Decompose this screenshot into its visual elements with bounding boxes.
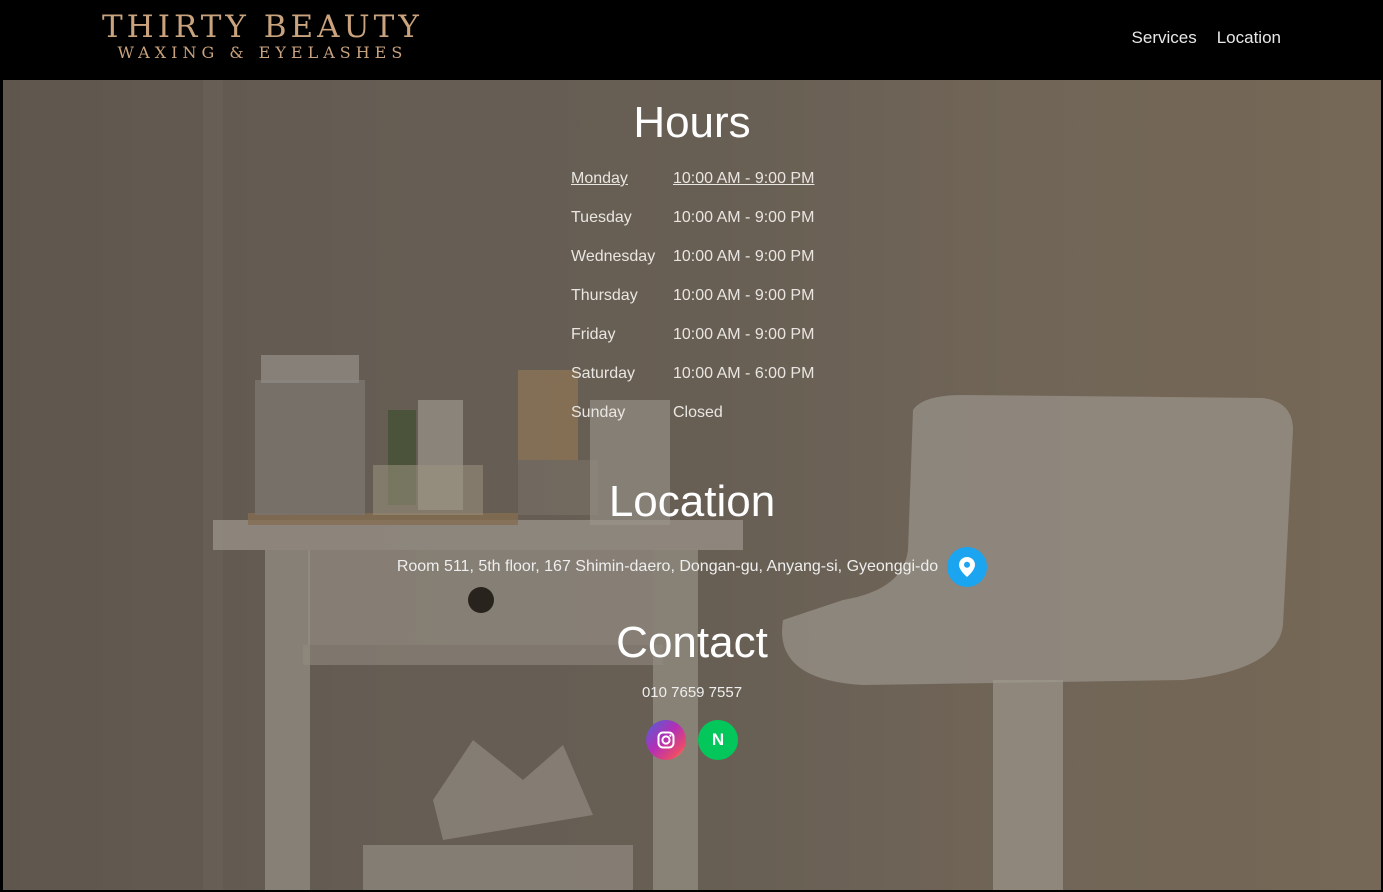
hours-time: 10:00 AM - 9:00 PM [673, 170, 815, 187]
hours-day: Friday [571, 326, 616, 343]
map-pin-icon [959, 557, 976, 577]
logo-subtitle: WAXING & EYELASHES [117, 43, 408, 62]
hours-row-monday: Monday 10:00 AM - 9:00 PM [571, 170, 823, 209]
map-pin-button[interactable] [947, 547, 988, 587]
naver-icon: N [711, 730, 725, 749]
hours-row-sunday: Sunday Closed [571, 404, 823, 443]
hours-day: Saturday [571, 365, 636, 382]
contact-heading: Contact [616, 618, 768, 667]
social-links: N [3, 720, 1381, 760]
hours-table: Monday 10:00 AM - 9:00 PM Tuesday 10:00 … [571, 170, 823, 443]
site-header: THIRTY BEAUTY WAXING & EYELASHES Service… [0, 0, 1383, 80]
hours-row-tuesday: Tuesday 10:00 AM - 9:00 PM [571, 209, 823, 248]
hours-day: Monday [571, 170, 628, 187]
phone-number[interactable]: 010 7659 7557 [3, 684, 1381, 701]
address-text: Room 511, 5th floor, 167 Shimin-daero, D… [396, 558, 939, 575]
main-content: Hours Monday 10:00 AM - 9:00 PM Tuesday … [3, 80, 1381, 890]
nav-location-link[interactable]: Location [1217, 28, 1281, 48]
main-nav: Services Location [1132, 28, 1281, 48]
location-heading: Location [608, 477, 776, 526]
hours-day: Sunday [571, 404, 626, 421]
hours-time: 10:00 AM - 9:00 PM [673, 248, 815, 265]
address-row: Room 511, 5th floor, 167 Shimin-daero, D… [3, 547, 1381, 587]
hours-time: 10:00 AM - 9:00 PM [673, 326, 815, 343]
hours-day: Tuesday [571, 209, 632, 226]
left-edge-strip [0, 0, 3, 892]
naver-button[interactable]: N [698, 720, 738, 760]
hours-time: 10:00 AM - 6:00 PM [673, 365, 815, 382]
logo[interactable]: THIRTY BEAUTY WAXING & EYELASHES [102, 10, 423, 62]
hours-time: 10:00 AM - 9:00 PM [673, 287, 815, 304]
instagram-icon [657, 731, 675, 749]
hours-time: Closed [673, 404, 723, 421]
hours-time: 10:00 AM - 9:00 PM [673, 209, 815, 226]
hours-day: Wednesday [571, 248, 656, 265]
hours-heading: Hours [633, 98, 751, 147]
logo-title: THIRTY BEAUTY [102, 9, 423, 45]
nav-services-link[interactable]: Services [1132, 28, 1197, 48]
hours-row-wednesday: Wednesday 10:00 AM - 9:00 PM [571, 248, 823, 287]
hours-row-thursday: Thursday 10:00 AM - 9:00 PM [571, 287, 823, 326]
hours-row-saturday: Saturday 10:00 AM - 6:00 PM [571, 365, 823, 404]
instagram-button[interactable] [646, 720, 686, 760]
hours-row-friday: Friday 10:00 AM - 9:00 PM [571, 326, 823, 365]
hours-day: Thursday [571, 287, 638, 304]
